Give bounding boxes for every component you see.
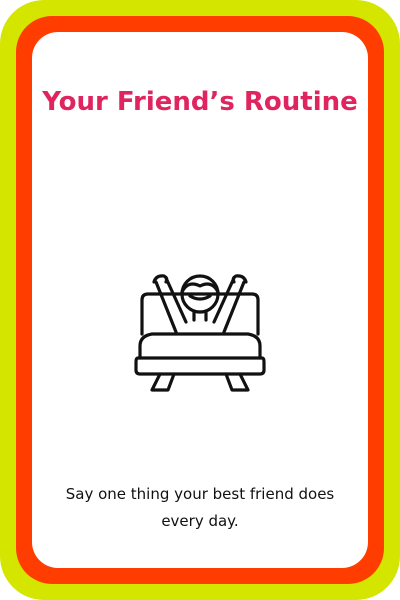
blanket <box>138 332 262 360</box>
card-title: Your Friend’s Routine <box>42 87 358 117</box>
person-waking-up-in-bed-icon <box>134 274 266 392</box>
face <box>188 294 212 301</box>
mattress <box>134 356 266 376</box>
card-caption: Say one thing your best friend does ever… <box>65 485 335 530</box>
right-arm <box>212 276 246 334</box>
hair <box>180 282 220 294</box>
bed-leg-right <box>224 372 250 392</box>
left-arm <box>154 276 188 334</box>
bed-leg-left <box>150 372 176 392</box>
